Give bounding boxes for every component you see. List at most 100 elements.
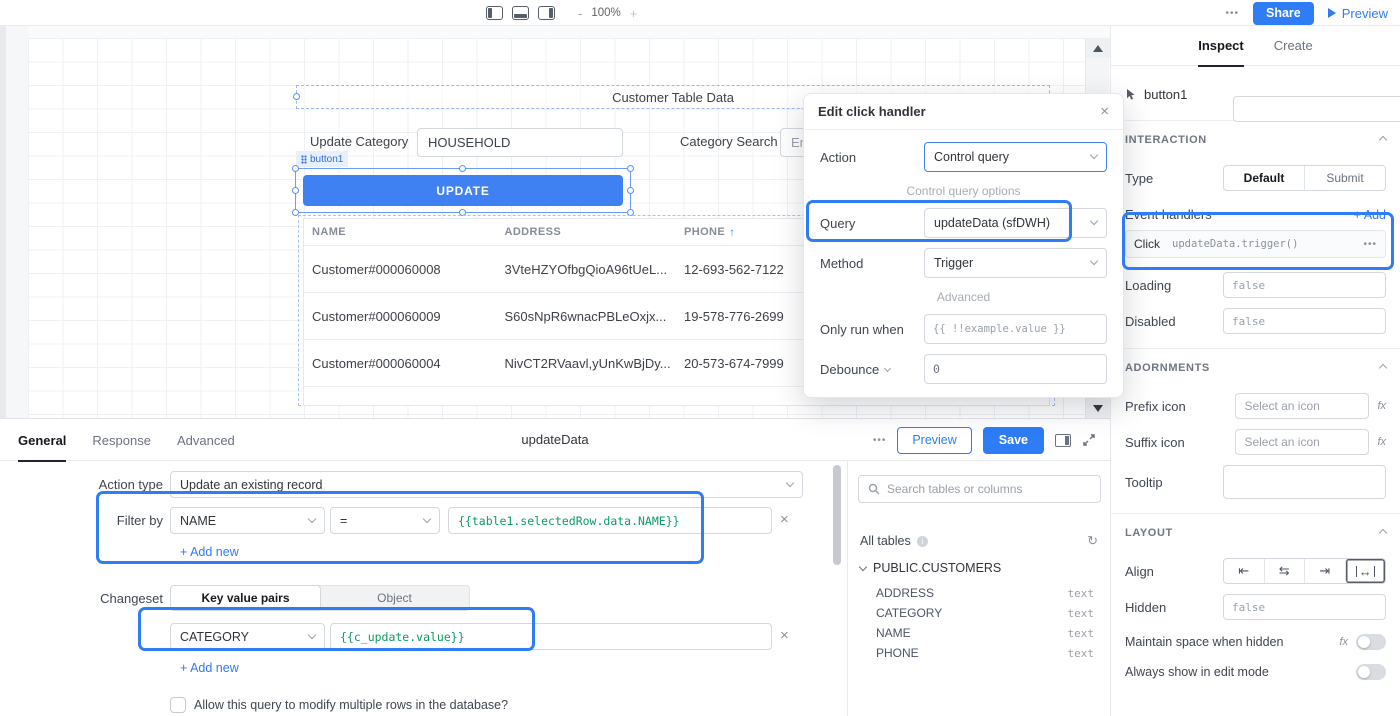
click-handler-row[interactable]: Click updateData.trigger() •••: [1125, 230, 1386, 258]
update-category-input[interactable]: HOUSEHOLD: [417, 128, 623, 157]
fx-icon[interactable]: fx: [1377, 436, 1386, 448]
changeset-field-select[interactable]: CATEGORY: [170, 623, 325, 650]
align-stretch-icon[interactable]: ↔: [1345, 559, 1386, 583]
column-header-address[interactable]: ADDRESS: [496, 226, 676, 238]
zoom-level[interactable]: 100%: [591, 7, 620, 19]
share-button[interactable]: Share: [1253, 2, 1314, 25]
add-filter-link[interactable]: + Add new: [180, 545, 239, 559]
align-right-icon[interactable]: ⇥: [1304, 559, 1345, 583]
schema-search-input[interactable]: Search tables or columns: [858, 475, 1101, 503]
multi-row-checkbox[interactable]: [170, 697, 186, 713]
close-icon[interactable]: ×: [1100, 103, 1109, 120]
query-preview-button[interactable]: Preview: [897, 427, 971, 454]
query-actions: ••• Preview Save: [873, 419, 1096, 461]
schema-table-public-customers[interactable]: PUBLIC.CUSTOMERS: [860, 561, 1001, 575]
dock-panel-icon[interactable]: [1055, 434, 1071, 447]
resize-handle[interactable]: [459, 165, 466, 172]
align-left-icon[interactable]: ⇤: [1224, 559, 1264, 583]
component-name-tag[interactable]: button1: [296, 151, 348, 167]
changeset-field-value: CATEGORY: [180, 630, 249, 644]
schema-column-row[interactable]: PHONE text: [876, 643, 1094, 663]
control-query-options-divider: Control query options: [820, 184, 1107, 198]
resize-handle[interactable]: [627, 165, 634, 172]
remove-changeset-icon[interactable]: ×: [780, 628, 789, 643]
adornments-section-header[interactable]: ADORNMENTS: [1125, 353, 1386, 383]
fx-icon[interactable]: fx: [1377, 400, 1386, 412]
filter-value-input[interactable]: {{table1.selectedRow.data.NAME}}: [448, 507, 772, 534]
fx-icon[interactable]: fx: [1339, 636, 1348, 648]
tab-inspect[interactable]: Inspect: [1198, 26, 1244, 66]
disabled-input[interactable]: false: [1223, 308, 1386, 334]
remove-filter-icon[interactable]: ×: [780, 512, 789, 527]
filter-operator-select[interactable]: =: [330, 507, 440, 534]
always-show-label: Always show in edit mode: [1125, 665, 1348, 679]
expand-icon[interactable]: [1082, 433, 1096, 447]
query-more-options-icon[interactable]: •••: [873, 435, 887, 446]
loading-input[interactable]: false: [1223, 272, 1386, 298]
disabled-row: Disabled false: [1125, 308, 1386, 334]
multi-row-label: Allow this query to modify multiple rows…: [194, 698, 508, 712]
chevron-down-icon: [786, 478, 794, 486]
add-event-handler-link[interactable]: + Add: [1354, 208, 1386, 222]
zoom-out-button[interactable]: -: [578, 6, 582, 21]
advanced-divider: Advanced: [820, 290, 1107, 304]
update-button[interactable]: UPDATE: [303, 175, 623, 206]
debounce-input[interactable]: 0: [924, 354, 1107, 384]
maintain-space-row: Maintain space when hidden fx: [1125, 634, 1386, 650]
layout-section-header[interactable]: LAYOUT: [1125, 518, 1386, 548]
canvas-controls: - 100% +: [486, 0, 637, 26]
chevron-down-icon: [859, 562, 867, 570]
interaction-section-header[interactable]: INTERACTION: [1125, 125, 1386, 155]
type-submit-option[interactable]: Submit: [1304, 166, 1385, 190]
refresh-icon[interactable]: ↻: [1087, 533, 1098, 549]
resize-handle[interactable]: [627, 187, 634, 194]
schema-column-type: text: [1068, 607, 1095, 620]
changeset-object-option[interactable]: Object: [320, 586, 469, 610]
action-type-select[interactable]: Update an existing record: [170, 471, 803, 498]
action-type-value: Update an existing record: [180, 478, 322, 492]
suffix-icon-select[interactable]: Select an icon: [1235, 429, 1369, 455]
sort-ascending-icon[interactable]: ↑: [729, 225, 735, 239]
more-options-icon[interactable]: •••: [1225, 8, 1239, 19]
column-header-name[interactable]: NAME: [304, 226, 496, 238]
schema-column-row[interactable]: ADDRESS text: [876, 583, 1094, 603]
maintain-space-toggle[interactable]: [1356, 634, 1386, 650]
selection-handle[interactable]: [293, 93, 300, 100]
handler-more-options-icon[interactable]: •••: [1363, 239, 1377, 250]
action-select[interactable]: Control query: [924, 142, 1107, 172]
changeset-key-value-option[interactable]: Key value pairs: [170, 585, 321, 611]
suffix-icon-label: Suffix icon: [1125, 435, 1185, 450]
toggle-bottom-panel-icon[interactable]: [512, 6, 529, 20]
tab-create[interactable]: Create: [1274, 26, 1313, 66]
tooltip-input[interactable]: [1223, 465, 1386, 499]
changeset-value-input[interactable]: {{c_update.value}}: [330, 623, 772, 650]
section-divider: [1111, 348, 1400, 349]
query-pane-scrollbar[interactable]: [833, 465, 841, 565]
zoom-in-button[interactable]: +: [630, 6, 638, 21]
toggle-left-panel-icon[interactable]: [486, 6, 503, 20]
method-select[interactable]: Trigger: [924, 248, 1107, 278]
only-run-when-input[interactable]: {{ !!example.value }}: [924, 314, 1107, 344]
schema-column-row[interactable]: CATEGORY text: [876, 603, 1094, 623]
resize-handle[interactable]: [292, 187, 299, 194]
toggle-right-panel-icon[interactable]: [538, 6, 555, 20]
preview-app-button[interactable]: Preview: [1328, 6, 1388, 21]
prefix-icon-select[interactable]: Select an icon: [1235, 393, 1369, 419]
hidden-input[interactable]: false: [1223, 594, 1386, 620]
scroll-up-button[interactable]: [1086, 38, 1110, 58]
drag-handle-icon[interactable]: [301, 155, 307, 164]
component-text-input[interactable]: [1233, 96, 1400, 122]
query-select[interactable]: updateData (sfDWH): [924, 208, 1107, 238]
type-default-option[interactable]: Default: [1224, 166, 1304, 190]
filter-field-select[interactable]: NAME: [170, 507, 325, 534]
modal-title: Edit click handler: [818, 104, 926, 119]
always-show-toggle[interactable]: [1356, 664, 1386, 680]
align-center-icon[interactable]: ⇆: [1264, 559, 1305, 583]
resize-handle[interactable]: [292, 165, 299, 172]
scroll-down-button[interactable]: [1086, 398, 1110, 418]
schema-column-name: ADDRESS: [876, 586, 934, 600]
query-save-button[interactable]: Save: [983, 427, 1044, 454]
schema-column-row[interactable]: NAME text: [876, 623, 1094, 643]
add-changeset-link[interactable]: + Add new: [180, 661, 239, 675]
info-icon[interactable]: [917, 536, 928, 547]
